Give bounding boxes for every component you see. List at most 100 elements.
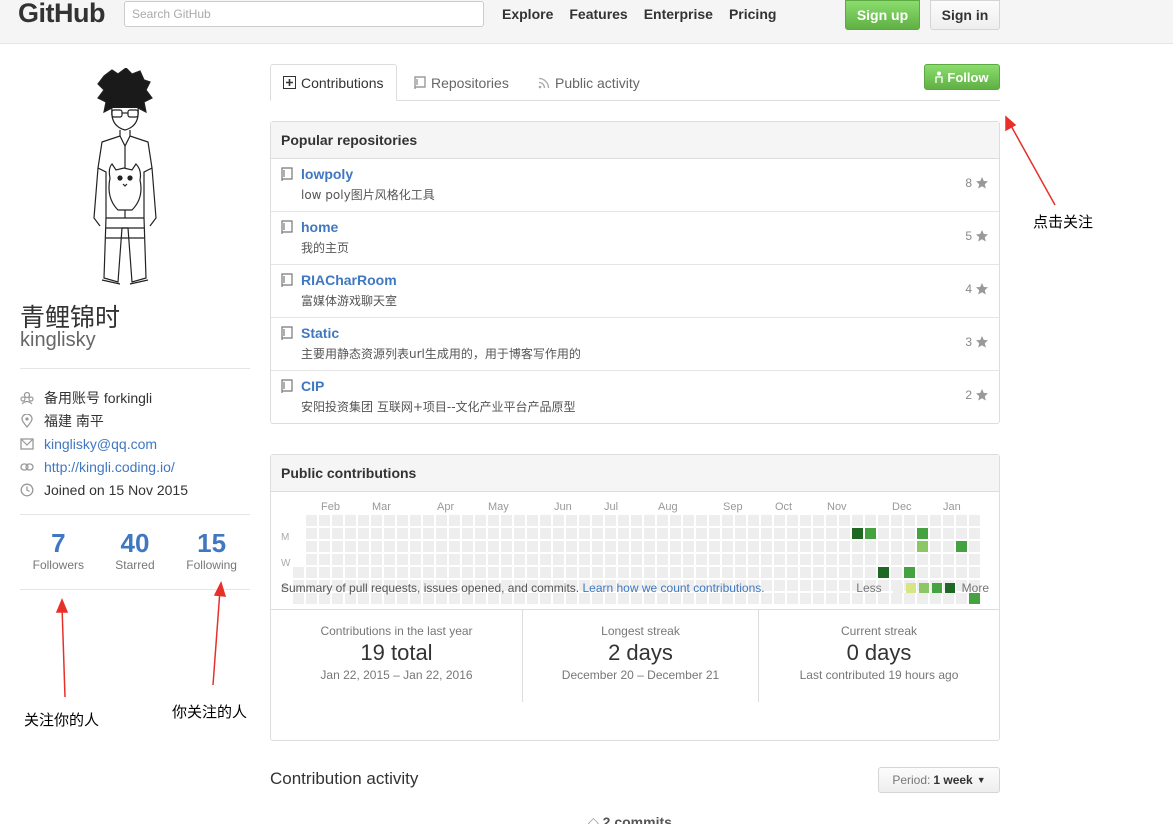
contribution-day[interactable] [813,580,824,591]
contribution-day[interactable] [852,554,863,565]
contribution-day[interactable] [683,567,694,578]
contribution-day[interactable] [969,515,980,526]
contribution-day[interactable] [436,541,447,552]
contribution-day[interactable] [670,515,681,526]
contribution-day[interactable] [449,541,460,552]
contribution-day[interactable] [462,554,473,565]
contribution-day[interactable] [371,541,382,552]
contribution-day[interactable] [358,515,369,526]
contribution-day[interactable] [475,515,486,526]
contribution-day[interactable] [657,554,668,565]
contribution-day[interactable] [605,528,616,539]
contribution-day[interactable] [345,541,356,552]
contribution-day[interactable] [826,528,837,539]
contribution-day[interactable] [969,567,980,578]
contribution-day[interactable] [904,554,915,565]
contribution-day[interactable] [488,567,499,578]
search-input[interactable] [124,1,484,27]
contribution-day[interactable] [527,567,538,578]
contribution-day[interactable] [553,567,564,578]
contribution-day[interactable] [683,554,694,565]
contribution-day[interactable] [592,541,603,552]
contribution-day[interactable] [878,515,889,526]
contribution-day[interactable] [514,554,525,565]
contribution-day[interactable] [787,554,798,565]
contribution-day[interactable] [748,554,759,565]
contribution-day[interactable] [475,528,486,539]
contribution-day[interactable] [696,515,707,526]
stat-followers[interactable]: 7 Followers [22,528,94,572]
contribution-day[interactable] [722,554,733,565]
contribution-day[interactable] [423,554,434,565]
contribution-day[interactable] [709,528,720,539]
contribution-day[interactable] [774,580,785,591]
tab-repositories[interactable]: Repositories [414,64,509,101]
contribution-day[interactable] [696,528,707,539]
contribution-day[interactable] [878,528,889,539]
contribution-day[interactable] [553,515,564,526]
contribution-day[interactable] [657,515,668,526]
contribution-day[interactable] [722,567,733,578]
contribution-day[interactable] [319,567,330,578]
contribution-day[interactable] [644,515,655,526]
contribution-day[interactable] [371,515,382,526]
contribution-day[interactable] [397,567,408,578]
contribution-day[interactable] [956,528,967,539]
contribution-day[interactable] [488,541,499,552]
contribution-day[interactable] [709,515,720,526]
website-link[interactable]: http://kingli.coding.io/ [44,459,175,475]
contribution-day[interactable] [566,528,577,539]
contribution-day[interactable] [579,541,590,552]
contribution-day[interactable] [553,554,564,565]
contribution-day[interactable] [917,541,928,552]
repo-name[interactable]: home [301,219,338,235]
stat-starred[interactable]: 40 Starred [99,528,171,572]
contribution-day[interactable] [709,554,720,565]
contribution-day[interactable] [943,528,954,539]
contribution-day[interactable] [514,515,525,526]
contribution-day[interactable] [319,515,330,526]
contribution-day[interactable] [787,541,798,552]
repo-item[interactable]: CIP 安阳投资集团 互联网+项目--文化产业平台产品原型 2 [271,371,999,424]
contribution-day[interactable] [540,528,551,539]
contribution-day[interactable] [319,528,330,539]
repo-name[interactable]: lowpoly [301,166,353,182]
contribution-day[interactable] [358,528,369,539]
contribution-day[interactable] [618,554,629,565]
contribution-day[interactable] [696,554,707,565]
repo-name[interactable]: CIP [301,378,324,394]
contribution-day[interactable] [358,567,369,578]
contribution-day[interactable] [579,567,590,578]
contribution-day[interactable] [826,541,837,552]
contribution-day[interactable] [410,554,421,565]
contribution-day[interactable] [462,528,473,539]
contribution-day[interactable] [683,528,694,539]
contribution-day[interactable] [475,567,486,578]
contribution-day[interactable] [644,541,655,552]
contribution-day[interactable] [891,528,902,539]
contribution-day[interactable] [774,541,785,552]
contribution-day[interactable] [319,554,330,565]
contribution-day[interactable] [553,528,564,539]
contribution-day[interactable] [462,541,473,552]
contribution-day[interactable] [696,541,707,552]
contribution-day[interactable] [592,554,603,565]
contribution-day[interactable] [956,541,967,552]
contribution-day[interactable] [839,593,850,604]
contribution-day[interactable] [813,554,824,565]
contribution-day[interactable] [527,541,538,552]
contribution-day[interactable] [826,567,837,578]
contribution-day[interactable] [878,541,889,552]
contribution-day[interactable] [774,515,785,526]
contribution-day[interactable] [748,528,759,539]
contribution-day[interactable] [761,541,772,552]
contribution-day[interactable] [865,567,876,578]
follow-button[interactable]: Follow [924,64,1000,90]
contribution-day[interactable] [722,515,733,526]
contribution-day[interactable] [969,541,980,552]
contribution-day[interactable] [930,554,941,565]
contribution-day[interactable] [956,554,967,565]
repo-name[interactable]: RIACharRoom [301,272,397,288]
contribution-day[interactable] [852,567,863,578]
contribution-day[interactable] [488,515,499,526]
